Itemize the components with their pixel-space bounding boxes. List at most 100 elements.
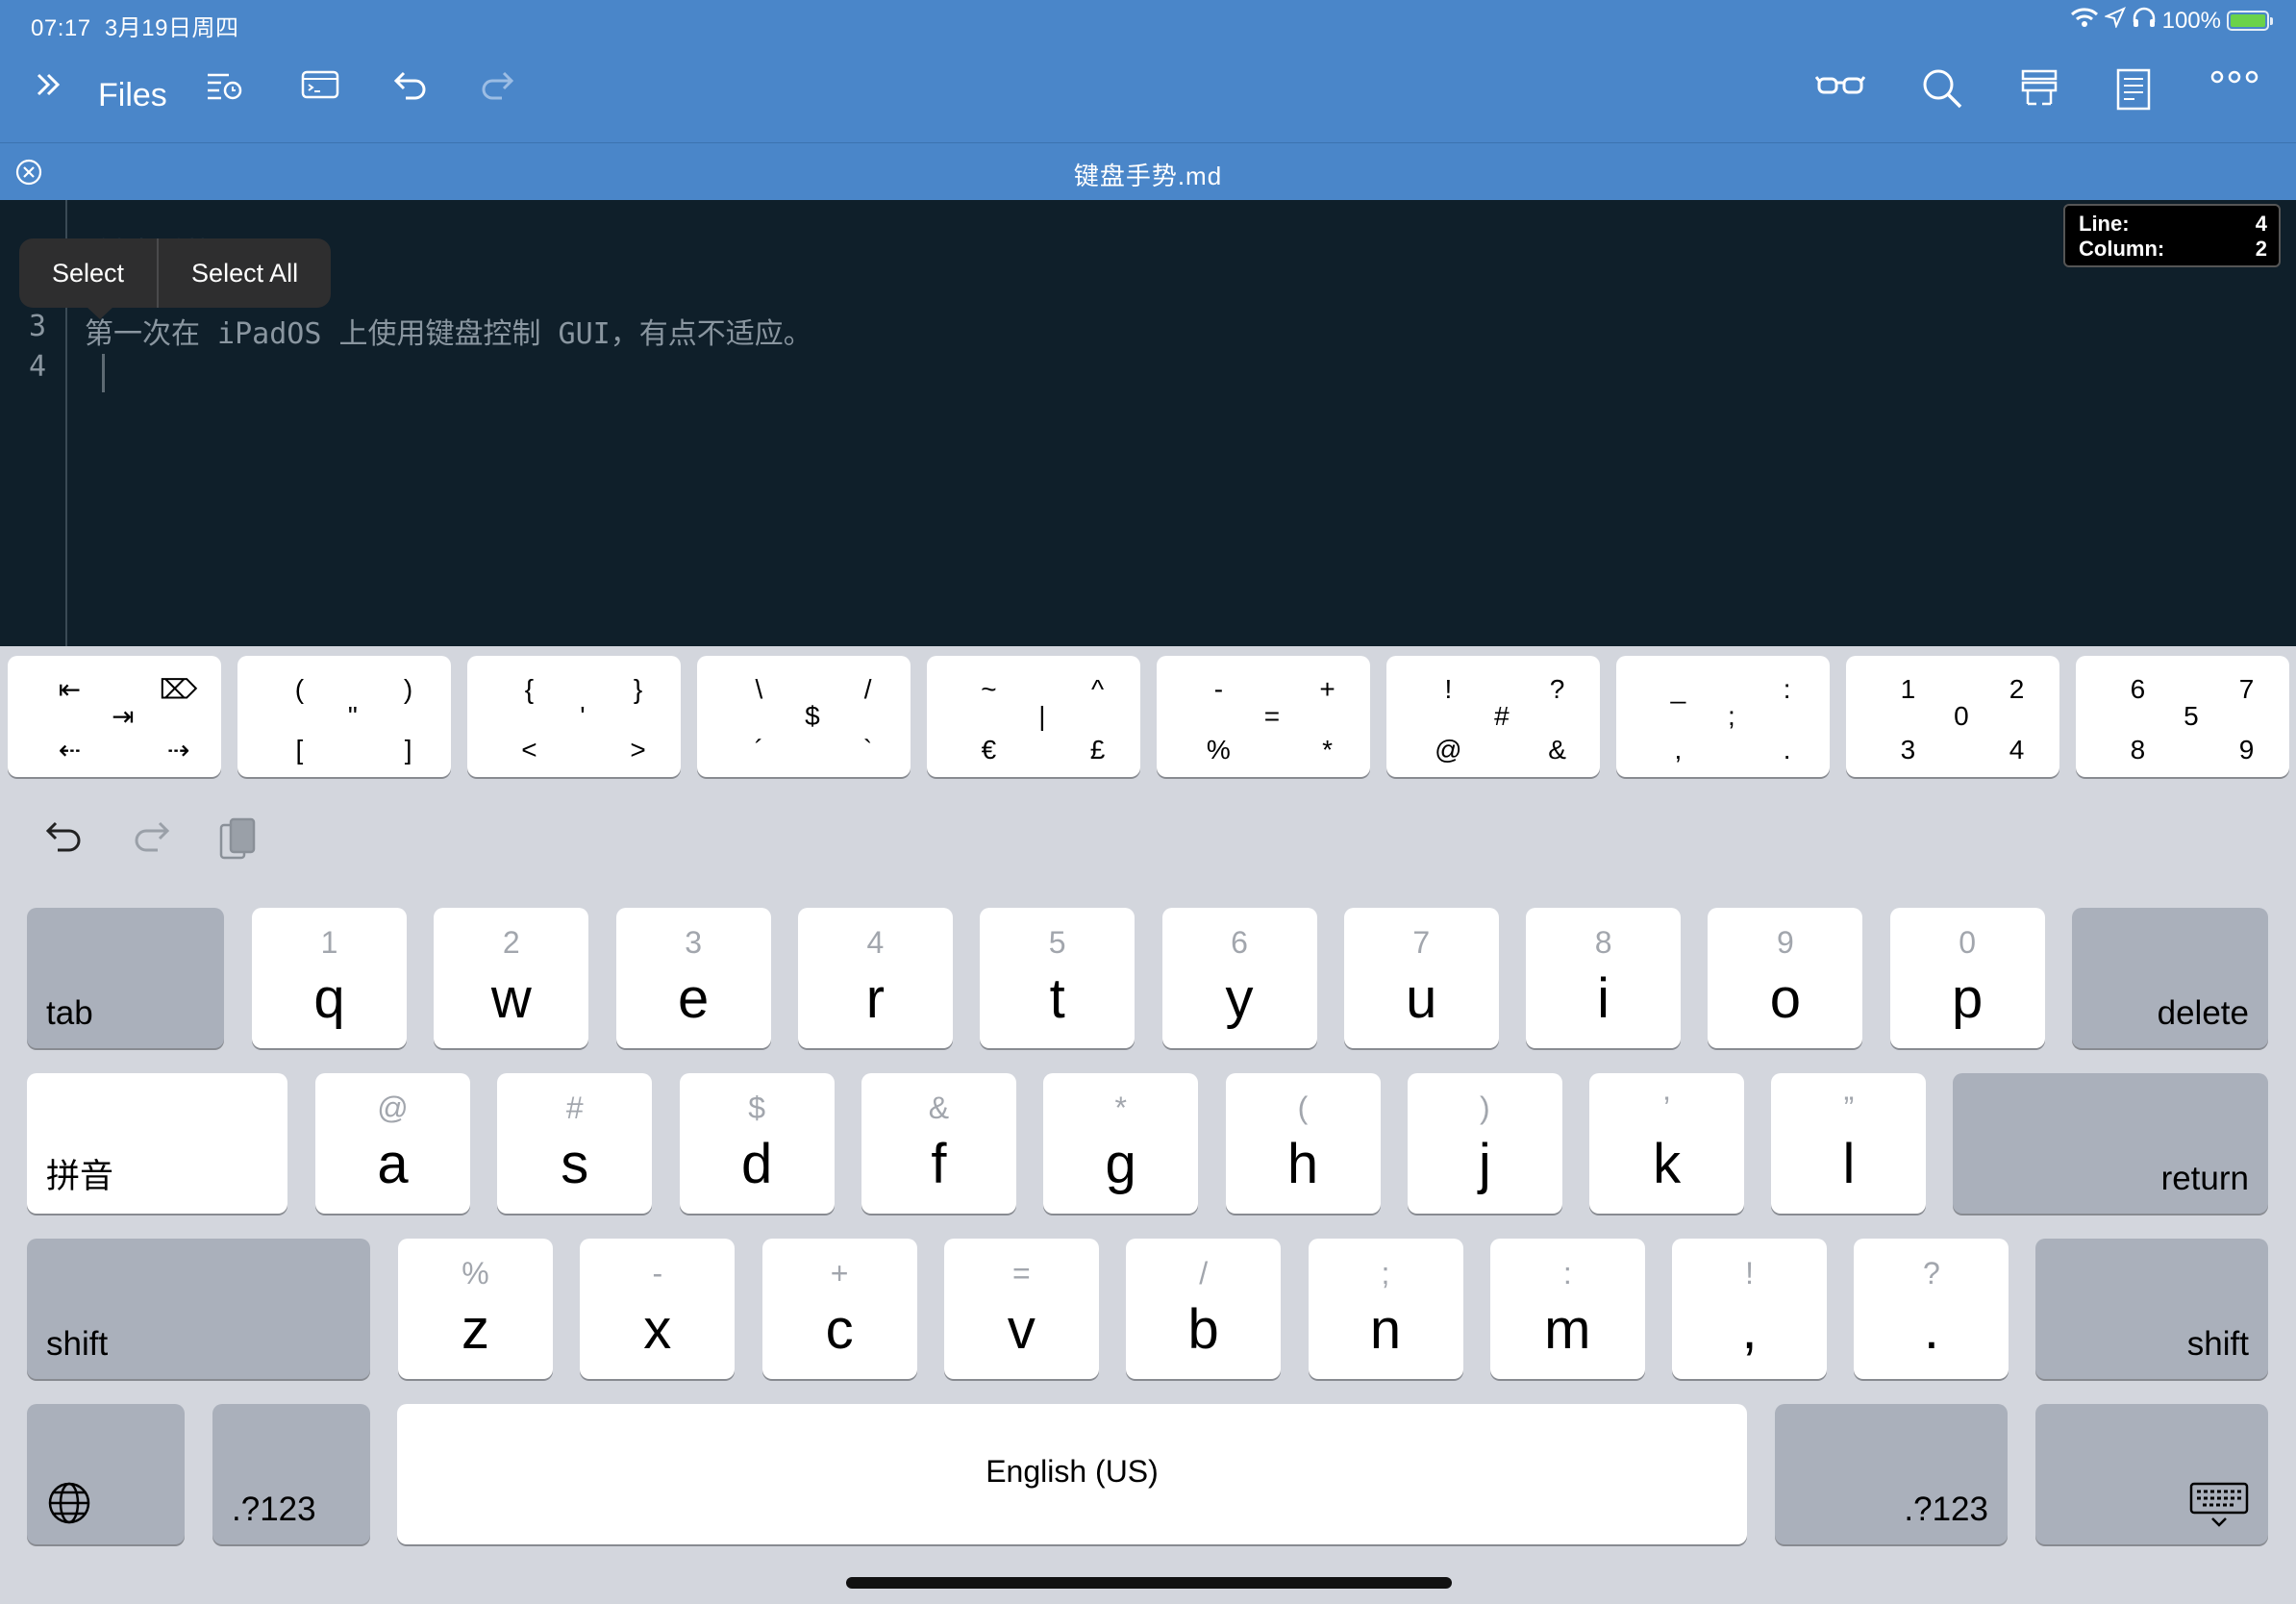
search-icon[interactable] [1921,67,1963,110]
key-n[interactable]: ; n [1308,1239,1463,1379]
key-d[interactable]: $ d [679,1073,835,1214]
sidebar-toggle-icon[interactable] [31,67,65,102]
key-secondary-label: ? [1922,1256,1940,1291]
key-label: delete [2157,994,2249,1032]
symbol-glyph: ⇢ [166,735,190,765]
key-y[interactable]: 6y [1161,908,1317,1048]
return-key[interactable]: return [1953,1073,2268,1214]
key-secondary-label: = [1012,1256,1031,1291]
key-primary-label: o [1769,967,1802,1030]
code-line[interactable]: 第一次在 iPadOS 上使用键盘控制 GUI，有点不适应。 [85,310,812,352]
key-x[interactable]: -x [580,1239,736,1379]
space-bar[interactable]: English (US) [397,1404,1747,1544]
numbers-key-left[interactable]: .?123 [212,1404,370,1544]
symbol-key[interactable]: 6 7 5 8 9 [2076,656,2289,777]
symbol-glyph: 5 [2184,701,2199,731]
symbol-glyph: @ [1435,735,1462,765]
symbol-key[interactable]: \ / $ ´ ` [697,656,911,777]
key-i[interactable]: 8i [1526,908,1682,1048]
dismiss-keyboard-key[interactable] [2035,1404,2268,1544]
keyboard-undo-icon[interactable] [42,815,85,863]
symbol-glyph: ⇤ [58,674,82,705]
key-f[interactable]: & f [861,1073,1016,1214]
key-a[interactable]: @ a [315,1073,470,1214]
symbol-glyph: + [1319,674,1335,705]
symbol-key[interactable]: 1 2 0 3 4 [1846,656,2059,777]
key-k[interactable]: ’ k [1589,1073,1745,1214]
undo-icon[interactable] [392,67,429,102]
terminal-icon[interactable] [300,67,340,102]
keyboard-redo-icon[interactable] [131,815,173,863]
symbol-glyph: ⇥ [112,701,135,732]
symbol-key[interactable]: ~ ^ | € £ [927,656,1140,777]
symbol-key[interactable]: ⇤ ⌦ ⇥ ⇠ ⇢ [8,656,221,777]
key-c[interactable]: + c [761,1239,917,1379]
symbol-key[interactable]: _:;,. [1616,656,1830,777]
document-icon[interactable] [2115,67,2152,112]
symbol-glyph: 7 [2238,674,2255,705]
key-primary-label: p [1952,967,1984,1030]
symbol-glyph: 6 [2130,674,2146,705]
key-r[interactable]: 4r [797,908,953,1048]
select-all-menu-item[interactable]: Select All [159,238,331,308]
key-secondary-label: % [462,1256,489,1291]
globe-key[interactable] [27,1404,185,1544]
recent-list-icon[interactable] [204,67,244,102]
right-shift-key[interactable]: shift [2035,1239,2268,1379]
numbers-key-right[interactable]: .?123 [1775,1404,2008,1544]
select-menu-item[interactable]: Select [19,238,157,308]
more-icon[interactable] [2209,67,2259,87]
key-s[interactable]: # s [497,1073,653,1214]
symbol-glyph: " [347,701,358,731]
symbol-glyph: ` [862,735,873,765]
key-z[interactable]: % z [398,1239,553,1379]
pinyin-key[interactable]: 拼音 [27,1073,287,1214]
key-label: return [2160,1160,2249,1197]
key-p[interactable]: 0p [1889,908,2045,1048]
symbol-glyph: } [633,674,643,705]
key-secondary-label: # [565,1090,584,1125]
key-o[interactable]: 9o [1708,908,1863,1048]
battery-percent: 100% [2161,7,2221,34]
key-u[interactable]: 7u [1343,908,1499,1048]
redo-icon[interactable] [479,67,515,102]
key-v[interactable]: = v [943,1239,1099,1379]
key-secondary-label: 1 [320,925,338,960]
symbol-glyph: . [1783,735,1791,765]
key-b[interactable]: / b [1126,1239,1282,1379]
key-g[interactable]: * g [1043,1073,1199,1214]
key-j[interactable]: ) j [1407,1073,1562,1214]
left-shift-key[interactable]: shift [27,1239,370,1379]
symbol-key[interactable]: !? # @ & [1386,656,1600,777]
key-primary-label: b [1187,1298,1219,1361]
key-period[interactable]: ?. [1854,1239,2009,1379]
tab-key[interactable]: tab [27,908,224,1048]
key-secondary-label: & [928,1090,950,1125]
key-t[interactable]: 5t [980,908,1136,1048]
symbol-glyph: $ [805,701,820,731]
delete-key[interactable]: delete [2072,908,2268,1048]
symbol-glyph: ; [1727,701,1735,731]
key-secondary-label: 2 [502,925,520,960]
key-h[interactable]: (h [1225,1073,1381,1214]
key-comma[interactable]: !, [1672,1239,1828,1379]
files-button[interactable]: Files [98,77,167,114]
key-label: English (US) [986,1454,1159,1489]
keyboard-paste-icon[interactable] [217,815,260,866]
key-primary-label: l [1842,1133,1856,1195]
symbol-glyph: * [1322,735,1334,765]
symbol-key[interactable]: {} ' < > [467,656,681,777]
key-l[interactable]: ” l [1771,1073,1927,1214]
key-e[interactable]: 3e [615,908,771,1048]
headphones-icon [2132,7,2157,35]
text-editor[interactable]: 1 # 键盘手势 3 第一次在 iPadOS 上使用键盘控制 GUI，有点不适应… [0,200,2296,646]
key-m[interactable]: :m [1489,1239,1645,1379]
symbol-glyph: < [521,735,537,765]
key-w[interactable]: 2w [434,908,589,1048]
preview-glasses-icon[interactable] [1815,67,1865,102]
outline-icon[interactable] [2019,67,2059,108]
symbol-key[interactable]: () " [] [237,656,451,777]
key-secondary-label: 8 [1594,925,1612,960]
key-q[interactable]: 1q [252,908,407,1048]
symbol-key[interactable]: - + =% * [1157,656,1370,777]
